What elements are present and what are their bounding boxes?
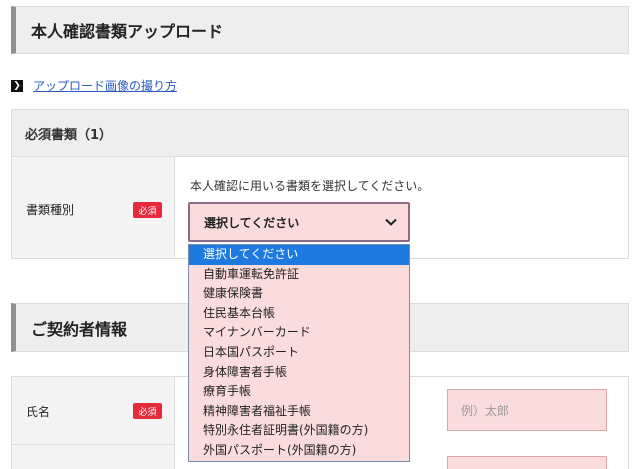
doc-type-select-value: 選択してください: [204, 215, 300, 230]
name-label: 氏名: [26, 405, 51, 419]
first-name-input[interactable]: 例）太郎: [447, 389, 607, 431]
doc-type-instruction: 本人確認に用いる書類を選択してください。: [190, 179, 430, 193]
photo-guide-link-text[interactable]: アップロード画像の撮り方: [33, 77, 177, 94]
doc-type-option[interactable]: 選択してください: [189, 245, 409, 265]
doc-type-option[interactable]: 外国パスポート(外国籍の方): [189, 441, 409, 461]
chevron-right-icon: ❯: [11, 79, 23, 92]
doc-type-option[interactable]: 精神障害者福祉手帳: [189, 402, 409, 422]
doc-type-label: 書類種別: [26, 203, 75, 217]
first-kana-input[interactable]: [447, 456, 607, 469]
doc-type-option[interactable]: 特別永住者証明書(外国籍の方): [189, 421, 409, 441]
doc-type-option[interactable]: 身体障害者手帳: [189, 363, 409, 383]
upload-section-title: 本人確認書類アップロード: [11, 6, 629, 54]
chevron-down-icon: [385, 218, 397, 226]
first-name-placeholder: 例）太郎: [461, 403, 510, 418]
doc-type-option[interactable]: 自動車運転免許証: [189, 265, 409, 285]
doc-type-option[interactable]: マイナンバーカード: [189, 323, 409, 343]
doc-type-option[interactable]: 療育手帳: [189, 382, 409, 402]
doc-type-options-list[interactable]: 選択してください 自動車運転免許証 健康保険書 住民基本台帳 マイナンバーカード…: [188, 244, 410, 462]
required-badge: 必須: [133, 403, 162, 419]
doc-type-option[interactable]: 健康保険書: [189, 284, 409, 304]
doc-type-label-cell: 書類種別 必須: [12, 157, 175, 258]
upload-section-title-text: 本人確認書類アップロード: [31, 22, 224, 41]
row-divider: [12, 444, 175, 445]
required-docs-header: 必須書類（1）: [12, 110, 628, 157]
required-badge: 必須: [133, 202, 162, 218]
photo-guide-link[interactable]: ❯ アップロード画像の撮り方: [11, 77, 177, 94]
contract-section-title-text: ご契約者情報: [31, 319, 128, 339]
name-label-cell: 氏名 必須: [12, 377, 175, 469]
doc-type-option[interactable]: 住民基本台帳: [189, 304, 409, 324]
doc-type-option[interactable]: 日本国パスポート: [189, 343, 409, 363]
doc-type-select[interactable]: 選択してください: [188, 202, 410, 242]
